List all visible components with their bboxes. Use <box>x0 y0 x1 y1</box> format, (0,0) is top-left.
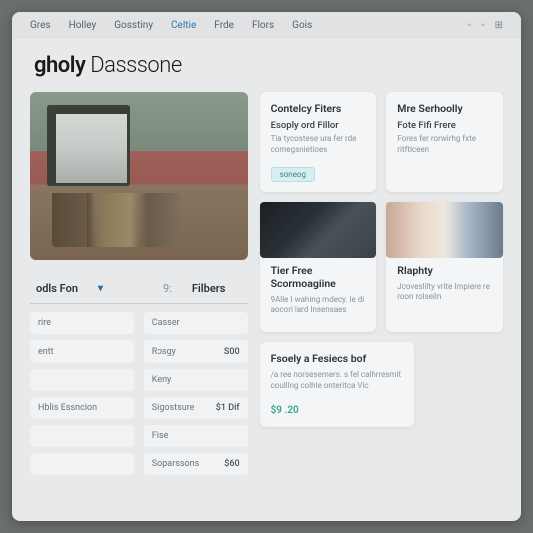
nav-item-5[interactable]: Flors <box>252 20 274 31</box>
card-desc: Fores fer rorwirhg fxte ritftlceen <box>397 134 492 156</box>
filter-item[interactable]: Keny <box>144 369 248 391</box>
nav-item-3[interactable]: Celtie <box>171 20 196 31</box>
card-price: $9 .20 <box>271 405 299 416</box>
nav-item-0[interactable]: Gres <box>30 20 51 31</box>
nav-item-4[interactable]: Frde <box>214 20 234 31</box>
card-subtitle: Fote Fifi Frere <box>397 120 492 131</box>
card-subtitle: Esoply ord Fillor <box>271 120 366 131</box>
filter-header: odls Fon ▾ 9: Filbers <box>30 274 248 304</box>
user-icon[interactable]: ◦ <box>468 20 472 31</box>
card-title: Tier Free Scormoagiine <box>271 264 366 290</box>
nav-icons: ◦ ◦ ⊞ <box>468 20 503 31</box>
filter-item[interactable]: RɔsgyS00 <box>144 340 248 363</box>
filter-item[interactable] <box>30 369 134 391</box>
app-window: Gres Holley Gosstiny Celtie Frde Flors G… <box>12 12 521 521</box>
filter-item[interactable]: Casser <box>144 312 248 334</box>
card-desc: 9Alle I wahing mdecy. le di aocori lard … <box>271 295 366 317</box>
filter-item[interactable]: Hblis Essncion <box>30 397 134 419</box>
filter-item[interactable] <box>30 425 134 447</box>
thumb-art <box>386 202 503 258</box>
filter-item[interactable]: Sigostsure$1 Dif <box>144 397 248 419</box>
card-row-2: Tier Free Scormoagiine 9Alle I wahing md… <box>260 202 503 333</box>
brand-title: gholy Dasssone <box>12 39 521 92</box>
chevron-down-icon: ▾ <box>98 283 103 294</box>
card-tag[interactable]: soneog <box>271 167 315 182</box>
filter-item[interactable]: entt <box>30 340 134 363</box>
bell-icon[interactable]: ◦ <box>481 20 485 31</box>
nav-item-1[interactable]: Holley <box>69 20 97 31</box>
thumb-coffee <box>260 202 377 258</box>
filter-col-2[interactable]: 9: Filbers <box>163 282 225 295</box>
main-content: odls Fon ▾ 9: Filbers rire Casser entt R… <box>12 92 521 493</box>
card-title: Rlaphty <box>397 264 492 277</box>
hero-image <box>30 92 248 260</box>
left-column: odls Fon ▾ 9: Filbers rire Casser entt R… <box>30 92 248 475</box>
card-title: Mre Serhoolly <box>397 102 492 115</box>
settings-icon[interactable]: ⊞ <box>495 20 503 31</box>
card-title: Contelcy Fiters <box>271 102 366 115</box>
card-desc: Tia tycostese ura fer rde comegsnietioes <box>271 134 366 156</box>
filter-item[interactable]: Soparssons$60 <box>144 453 248 475</box>
card-coffee[interactable]: Tier Free Scormoagiine 9Alle I wahing md… <box>260 202 377 333</box>
nav-item-2[interactable]: Gosstiny <box>114 20 153 31</box>
filter-item[interactable]: rire <box>30 312 134 334</box>
nav-links: Gres Holley Gosstiny Celtie Frde Flors G… <box>30 20 312 31</box>
card-featured[interactable]: Fsoely a Fesiecs bof /a ree norsesemers.… <box>260 342 414 427</box>
card-title: Fsoely a Fesiecs bof <box>271 352 403 365</box>
filter-item[interactable]: Fise <box>144 425 248 447</box>
card-row-1: Contelcy Fiters Esoply ord Fillor Tia ty… <box>260 92 503 192</box>
card-schoolly[interactable]: Mre Serhoolly Fote Fifi Frere Fores fer … <box>386 92 503 192</box>
filter-grid: rire Casser entt RɔsgyS00 Keny Hblis Ess… <box>30 312 248 475</box>
card-desc: /a ree norsesemers. s fel calhrresmit co… <box>271 370 403 392</box>
right-column: Contelcy Fiters Esoply ord Fillor Tia ty… <box>260 92 503 475</box>
filter-col-1[interactable]: odls Fon ▾ <box>36 282 103 295</box>
filter-item[interactable] <box>30 453 134 475</box>
card-filters[interactable]: Contelcy Fiters Esoply ord Fillor Tia ty… <box>260 92 377 192</box>
top-nav: Gres Holley Gosstiny Celtie Frde Flors G… <box>12 12 521 39</box>
nav-item-6[interactable]: Gois <box>292 20 312 31</box>
card-art[interactable]: Rlaphty Jcoveslilty vrite Impiere re roo… <box>386 202 503 333</box>
card-row-3: Fsoely a Fesiecs bof /a ree norsesemers.… <box>260 342 503 427</box>
card-desc: Jcoveslilty vrite Impiere re roon rolsei… <box>397 282 492 304</box>
